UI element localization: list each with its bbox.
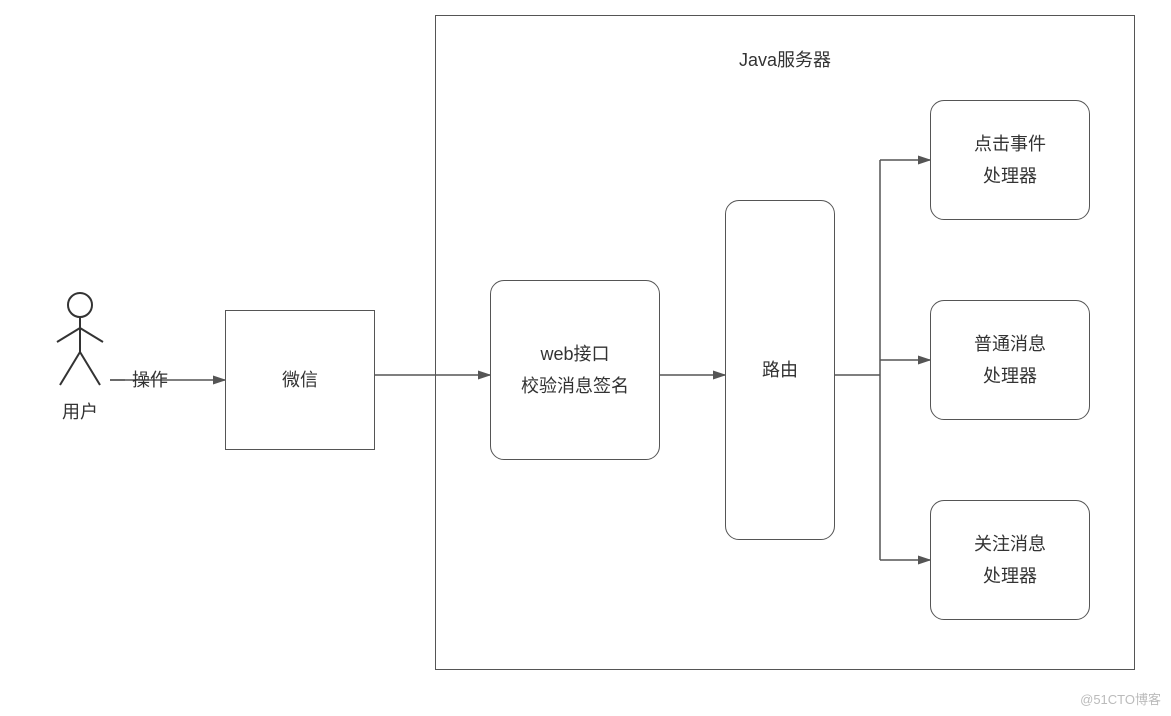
follow-handler-line2: 处理器	[983, 560, 1037, 592]
node-web-interface: web接口 校验消息签名	[490, 280, 660, 460]
click-handler-line1: 点击事件	[974, 128, 1046, 160]
edge-operate-label: 操作	[132, 366, 168, 392]
actor-label: 用户	[55, 398, 105, 424]
normal-handler-line2: 处理器	[983, 360, 1037, 392]
follow-handler-line1: 关注消息	[974, 528, 1046, 560]
node-follow-handler: 关注消息 处理器	[930, 500, 1090, 620]
node-click-handler: 点击事件 处理器	[930, 100, 1090, 220]
actor-user: 用户	[55, 290, 105, 424]
node-router: 路由	[725, 200, 835, 540]
node-wechat: 微信	[225, 310, 375, 450]
watermark: @51CTO博客	[1080, 689, 1161, 708]
wechat-label: 微信	[282, 364, 318, 396]
server-title: Java服务器	[739, 46, 831, 72]
router-label: 路由	[762, 354, 798, 386]
click-handler-line2: 处理器	[983, 160, 1037, 192]
person-icon	[55, 290, 105, 390]
web-line1: web接口	[540, 338, 609, 370]
normal-handler-line1: 普通消息	[974, 328, 1046, 360]
architecture-diagram: 用户 操作 微信 Java服务器 web接口 校验消息签名 路由 点击事件 处理…	[0, 0, 1171, 716]
node-normal-handler: 普通消息 处理器	[930, 300, 1090, 420]
web-line2: 校验消息签名	[521, 370, 629, 402]
